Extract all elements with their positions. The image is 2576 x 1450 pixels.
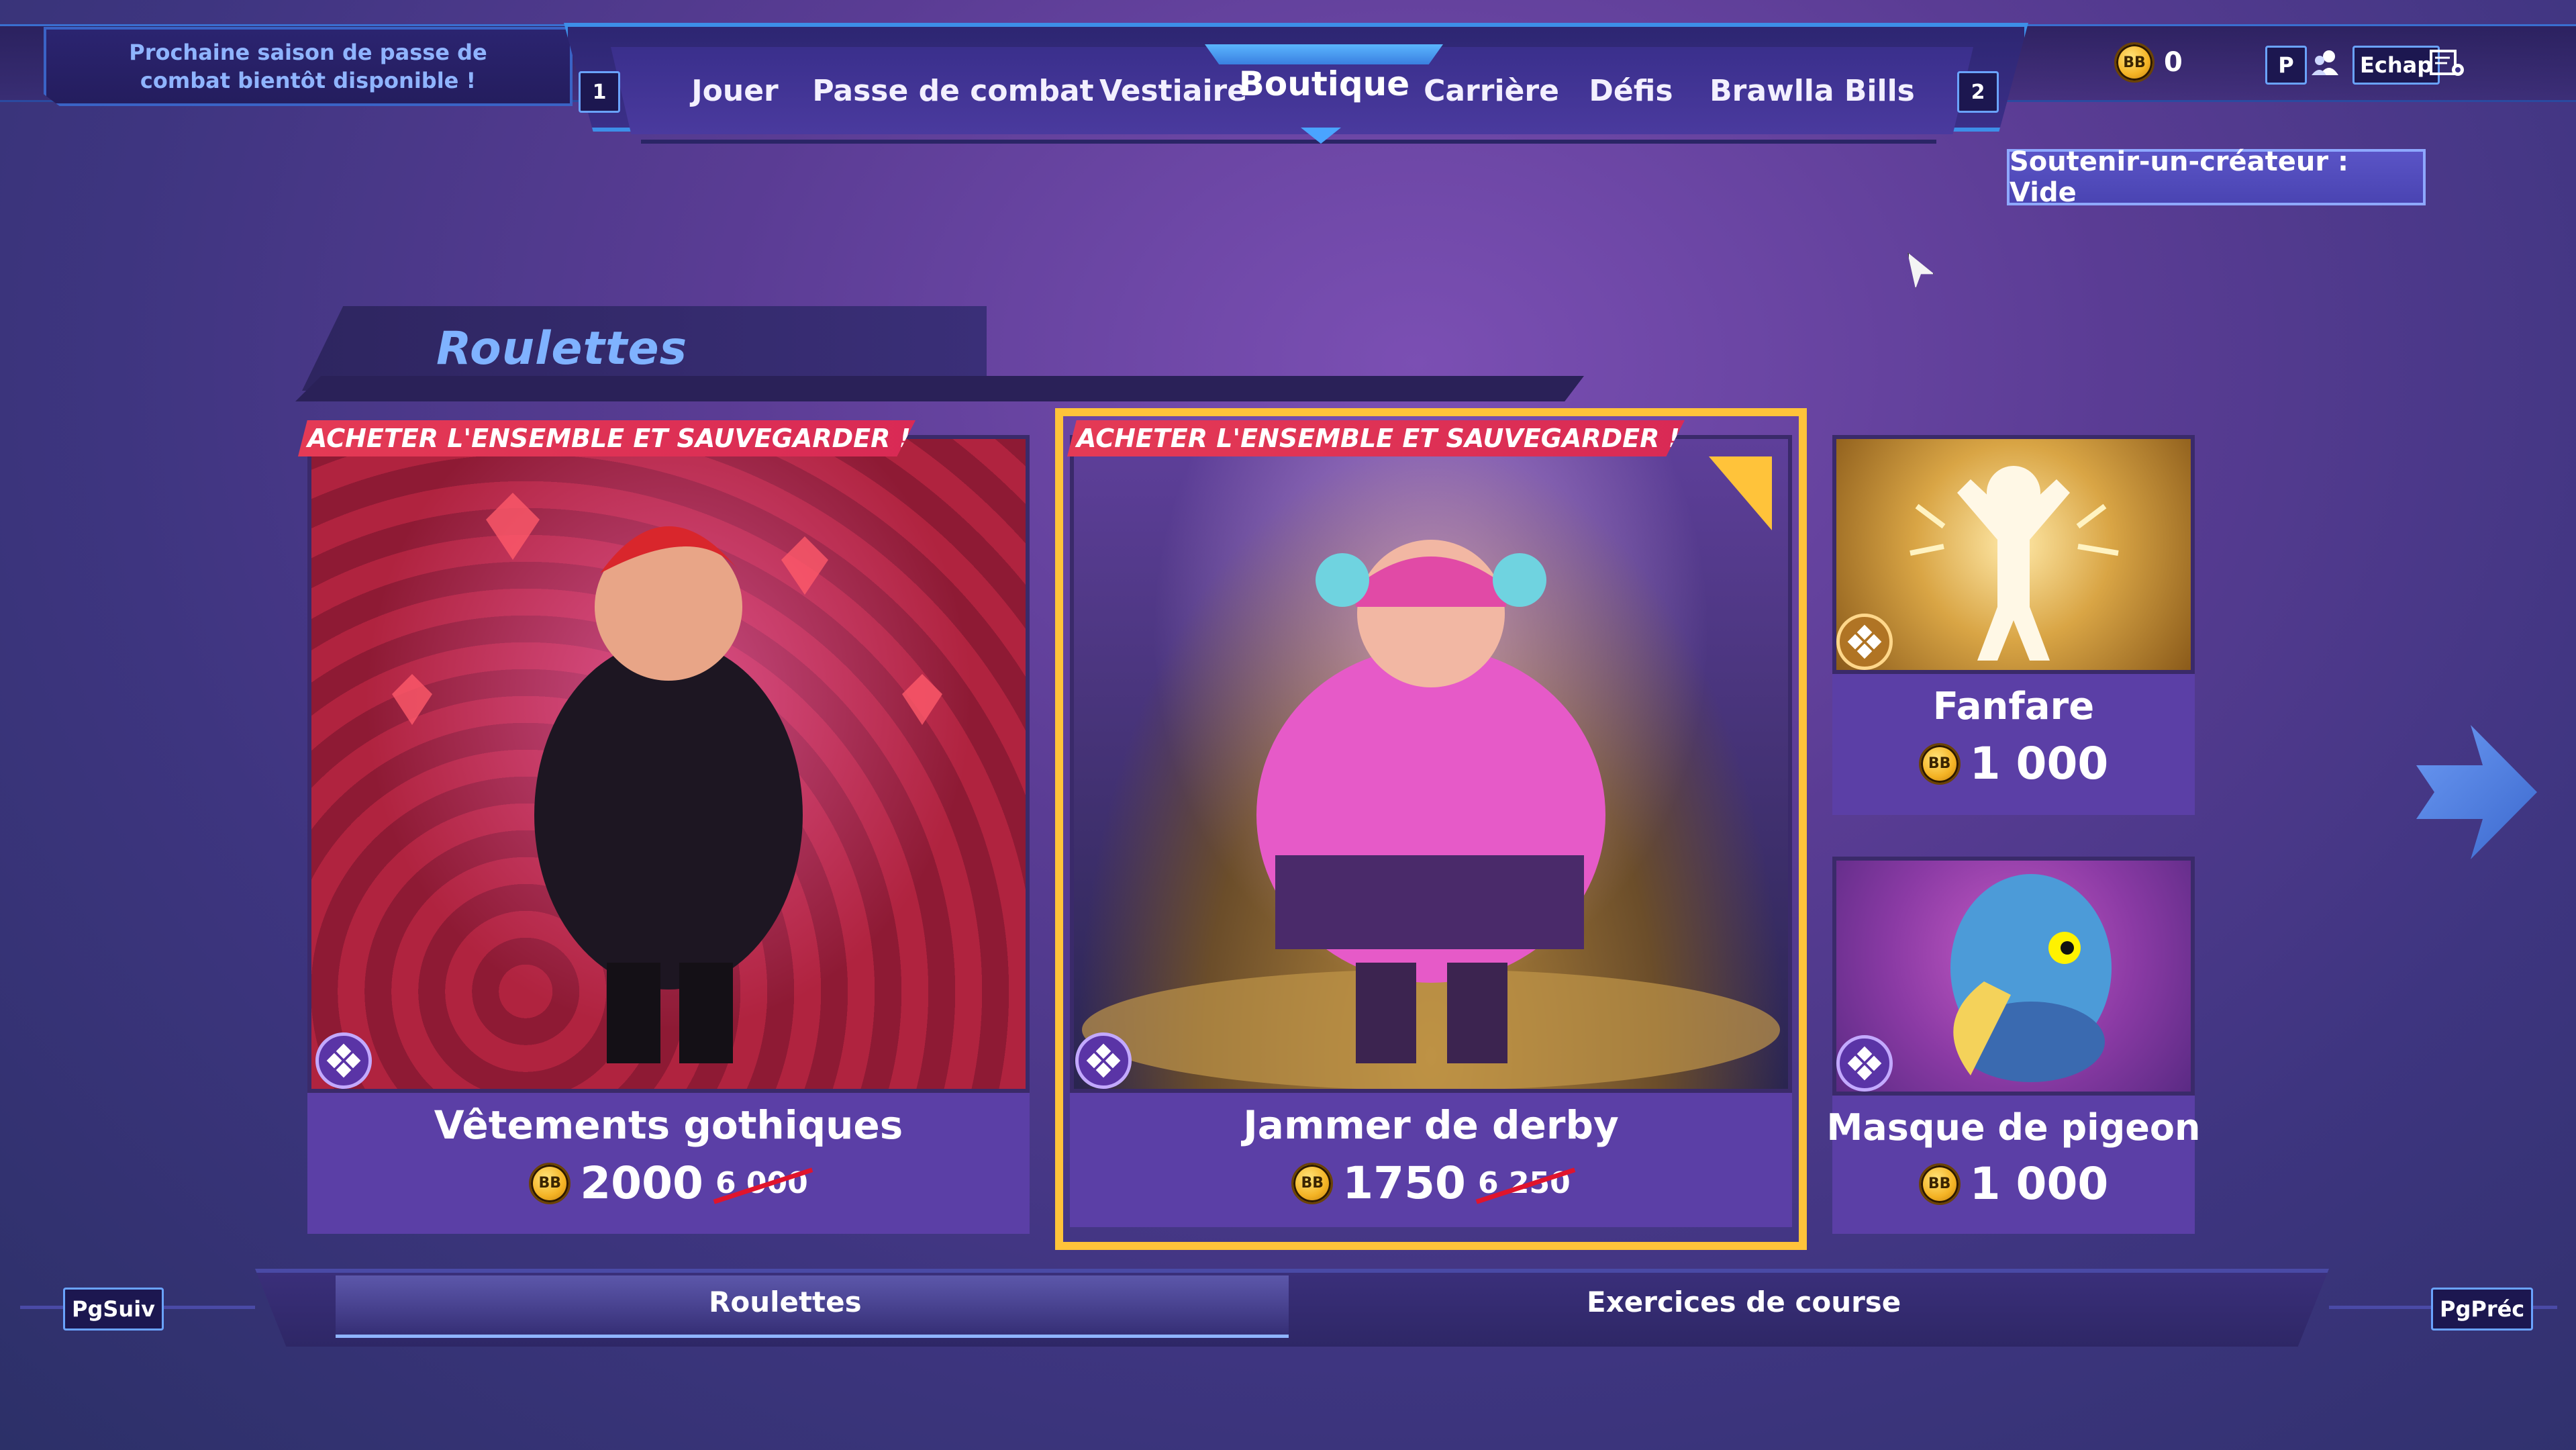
card-footer: Fanfare BB 1 000 — [1832, 674, 2195, 815]
tab-vestiaire[interactable]: Vestiaire — [1099, 67, 1247, 114]
item-old-price: 6 250 — [1477, 1166, 1571, 1200]
page-prev-key[interactable]: PgPréc — [2431, 1288, 2534, 1331]
item-price: 1750 — [1342, 1157, 1466, 1209]
card-footer: Masque de pigeon BB 1 000 — [1827, 1096, 2200, 1234]
tab-brawlla-bills[interactable]: Brawlla Bills — [1710, 67, 1915, 114]
next-page-arrow-icon[interactable] — [2416, 725, 2537, 859]
bottom-tab-roulettes[interactable]: Roulettes — [709, 1286, 862, 1318]
rarity-legendary-icon — [1836, 614, 1893, 670]
item-name: Jammer de derby — [1243, 1102, 1619, 1148]
rarity-epic-icon — [315, 1032, 372, 1089]
item-name: Vêtements gothiques — [434, 1102, 903, 1148]
item-artwork-derby — [1070, 435, 1792, 1093]
shop-card-vetements-gothiques[interactable]: ACHETER L'ENSEMBLE ET SAUVEGARDER ! Vête… — [298, 420, 1032, 1234]
escape-key[interactable]: Echap — [2352, 46, 2440, 85]
item-old-price: 6 000 — [715, 1166, 808, 1200]
card-footer: Vêtements gothiques BB 2000 6 000 — [307, 1093, 1030, 1234]
shop-card-jammer-de-derby[interactable]: ACHETER L'ENSEMBLE ET SAUVEGARDER ! Jamm… — [1067, 420, 1792, 1234]
price-row: BB 1 000 — [1918, 738, 2109, 789]
brawlla-bills-coin-icon: BB — [1918, 742, 1961, 785]
promo-ribbon: ACHETER L'ENSEMBLE ET SAUVEGARDER ! — [298, 420, 915, 456]
card-footer: Jammer de derby BB 1750 6 250 — [1070, 1093, 1792, 1227]
shop-card-masque-de-pigeon[interactable]: Masque de pigeon BB 1 000 — [1827, 857, 2200, 1234]
section-band — [295, 376, 1584, 401]
currency-value: 0 — [2164, 47, 2183, 78]
nav-next-key[interactable]: 2 — [1957, 71, 1999, 113]
item-price: 1 000 — [1969, 1158, 2109, 1210]
tab-passe-de-combat[interactable]: Passe de combat — [812, 67, 1093, 114]
brawlla-bills-coin-icon: BB — [1291, 1162, 1334, 1204]
item-name: Masque de pigeon — [1826, 1106, 2201, 1149]
price-row: BB 2000 6 000 — [529, 1157, 808, 1209]
currency-display: BB 0 — [2114, 42, 2275, 83]
nav-underline — [641, 140, 1936, 144]
tab-boutique[interactable]: Boutique — [1239, 60, 1409, 107]
item-price: 1 000 — [1969, 738, 2109, 789]
mouse-cursor-icon — [1908, 252, 1934, 289]
season-notice: Prochaine saison de passe de combat bien… — [44, 27, 573, 106]
page-next-key[interactable]: PgSuiv — [63, 1288, 164, 1331]
tab-jouer[interactable]: Jouer — [678, 67, 792, 114]
settings-icon[interactable] — [2430, 48, 2466, 79]
nav-prev-key[interactable]: 1 — [579, 71, 620, 113]
brawlla-bills-coin-icon: BB — [529, 1162, 571, 1204]
rarity-epic-icon — [1836, 1035, 1893, 1092]
item-name: Fanfare — [1932, 685, 2095, 728]
shop-card-fanfare[interactable]: Fanfare BB 1 000 — [1832, 435, 2195, 815]
tab-defis[interactable]: Défis — [1584, 67, 1678, 114]
section-title: Roulettes — [436, 322, 688, 375]
season-notice-text: Prochaine saison de passe de combat bien… — [129, 40, 487, 93]
brawlla-bills-coin-icon: BB — [2114, 42, 2154, 83]
bottom-tab-exercices-de-course[interactable]: Exercices de course — [1587, 1286, 1901, 1318]
item-price: 2000 — [580, 1157, 703, 1209]
brawlla-bills-coin-icon: BB — [1918, 1163, 1961, 1205]
price-row: BB 1750 6 250 — [1291, 1157, 1571, 1209]
item-artwork-goth — [307, 435, 1030, 1093]
key-p[interactable]: P — [2265, 46, 2307, 85]
support-creator-button[interactable]: Soutenir-un-créateur : Vide — [2007, 146, 2426, 208]
friends-icon[interactable] — [2309, 46, 2344, 81]
rarity-epic-icon — [1075, 1032, 1132, 1089]
tab-carriere[interactable]: Carrière — [1418, 67, 1565, 114]
price-row: BB 1 000 — [1918, 1158, 2109, 1210]
promo-ribbon: ACHETER L'ENSEMBLE ET SAUVEGARDER ! — [1067, 420, 1685, 456]
